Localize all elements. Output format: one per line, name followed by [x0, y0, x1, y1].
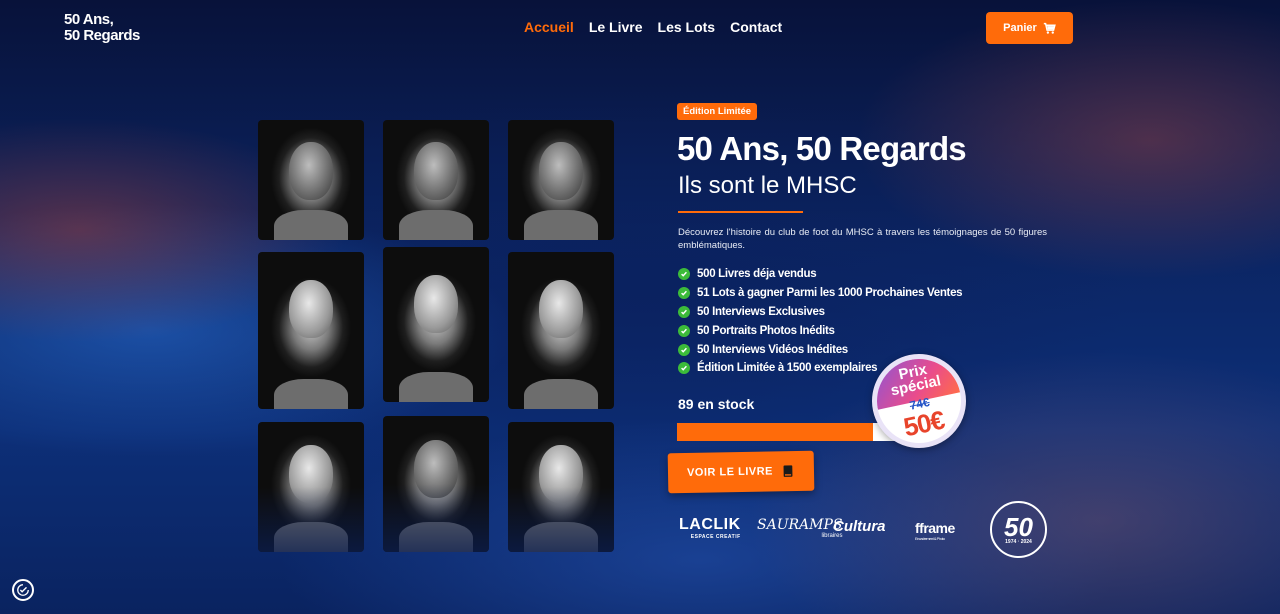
nav-item-les-lots[interactable]: Les Lots: [658, 19, 716, 35]
cta-label: VOIR LE LIVRE: [686, 465, 774, 479]
mhsc-years: 1974 · 2024: [1005, 538, 1032, 545]
logo-line-1: 50 Ans,: [64, 11, 114, 28]
portrait-photo: [508, 120, 614, 240]
hero-title: 50 Ans, 50 Regards: [677, 130, 967, 167]
list-item: 500 Livres déja vendus: [678, 265, 962, 284]
logo-line-2: 50 Regards: [64, 27, 140, 44]
portrait-photo: [383, 120, 489, 240]
fframe-logo: fframe Encadrement & Photo: [915, 520, 955, 541]
cart-button[interactable]: Panier: [986, 12, 1073, 44]
list-item: 51 Lots à gagner Parmi les 1000 Prochain…: [678, 284, 963, 303]
title-divider: [678, 211, 803, 213]
feature-text: Édition Limitée à 1500 exemplaires: [697, 362, 878, 375]
see-book-button[interactable]: VOIR LE LIVRE: [667, 450, 815, 494]
feature-text: 50 Portraits Photos Inédits: [697, 324, 835, 337]
stock-progress-fill: [677, 423, 873, 441]
cart-label: Panier: [1003, 22, 1037, 34]
shopping-cart-icon: [1043, 22, 1056, 34]
accessibility-icon[interactable]: [12, 579, 34, 601]
check-circle-icon: [678, 305, 690, 318]
portrait-photo: [258, 120, 364, 240]
portrait-photo: [383, 247, 489, 402]
list-item: 50 Portraits Photos Inédits: [678, 321, 962, 340]
feature-text: 500 Livres déja vendus: [697, 268, 817, 281]
portrait-photo: [508, 252, 614, 409]
mhsc-number: 50: [1004, 511, 1033, 542]
partner-logos: LACLIK ESPACE CREATIF SAURAMPS libraires…: [677, 500, 1049, 560]
portrait-photo: [508, 422, 614, 552]
nav-item-contact[interactable]: Contact: [730, 19, 782, 35]
sauramps-subtext: libraires: [821, 533, 843, 539]
list-item: 50 Interviews Exclusives: [678, 303, 962, 322]
feature-text: 51 Lots à gagner Parmi les 1000 Prochain…: [697, 287, 963, 300]
fframe-subtext: Encadrement & Photo: [915, 536, 945, 541]
portrait-photo: [383, 416, 489, 552]
check-circle-icon: [678, 287, 690, 300]
stock-count: 89 en stock: [678, 396, 755, 412]
laclik-text: LACLIK: [679, 516, 741, 533]
hero-subtitle: Ils sont le MHSC: [678, 172, 857, 199]
check-circle-icon: [678, 362, 690, 375]
main-nav: Accueil Le Livre Les Lots Contact: [524, 19, 782, 35]
limited-edition-badge: Édition Limitée: [677, 103, 758, 120]
portrait-photo: [258, 252, 364, 409]
site-logo[interactable]: 50 Ans, 50 Regards: [64, 12, 140, 44]
check-circle-icon: [678, 324, 690, 337]
cultura-logo: Cultura: [833, 518, 886, 535]
feature-text: 50 Interviews Exclusives: [697, 305, 825, 318]
check-circle-icon: [678, 343, 690, 356]
site-header: 50 Ans, 50 Regards Accueil Le Livre Les …: [0, 0, 1280, 60]
check-circle-icon: [678, 268, 690, 281]
sauramps-logo: SAURAMPS libraires: [757, 517, 843, 539]
nav-item-le-livre[interactable]: Le Livre: [589, 19, 643, 35]
hero-description: Découvrez l'histoire du club de foot du …: [678, 227, 1047, 251]
fframe-text: fframe: [915, 520, 955, 536]
portrait-photo: [258, 422, 364, 552]
sauramps-text: SAURAMPS: [757, 517, 843, 533]
nav-item-accueil[interactable]: Accueil: [524, 19, 574, 35]
book-icon: [783, 465, 793, 477]
laclik-subtext: ESPACE CREATIF: [690, 534, 741, 540]
feature-text: 50 Interviews Vidéos Inédites: [697, 343, 848, 356]
mhsc-50-years-logo: 50 1974 · 2024: [990, 501, 1047, 558]
laclik-logo: LACLIK ESPACE CREATIF: [679, 516, 741, 540]
stock-progress-bar: [677, 423, 907, 441]
